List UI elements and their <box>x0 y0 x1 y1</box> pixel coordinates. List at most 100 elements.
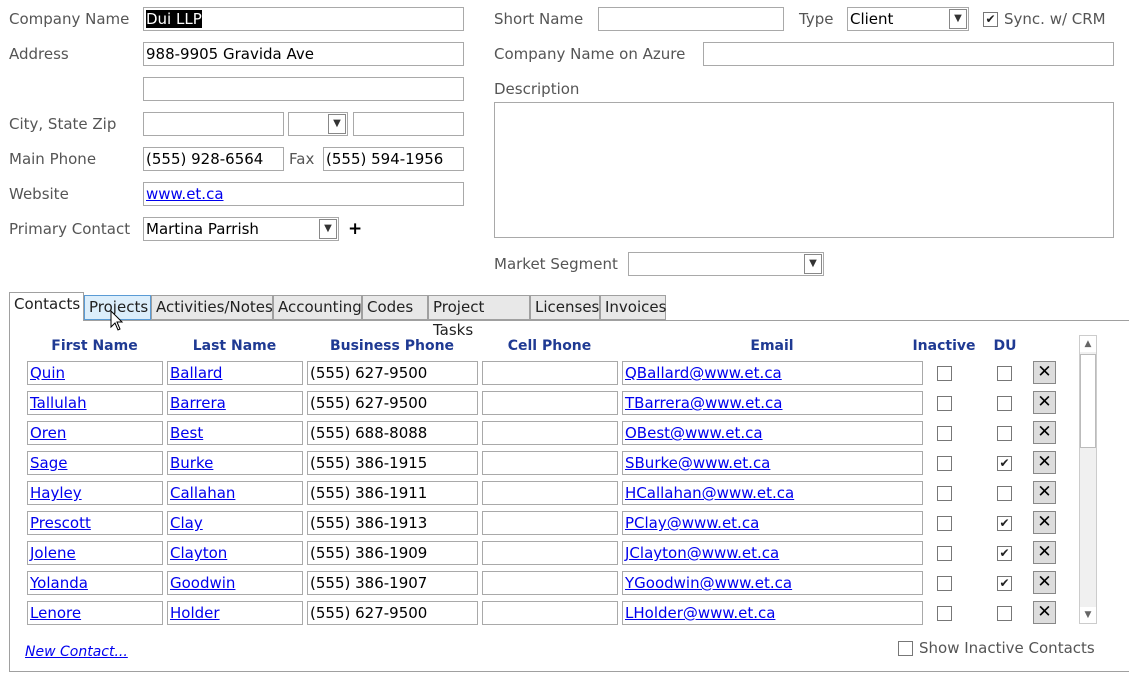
last-name-cell[interactable]: Clay <box>167 511 303 535</box>
tab-invoices[interactable]: Invoices <box>600 295 666 320</box>
business-phone-cell[interactable]: (555) 627-9500 <box>307 361 478 385</box>
fax-input[interactable]: (555) 594-1956 <box>323 147 464 171</box>
du-checkbox[interactable] <box>997 426 1012 441</box>
last-name-cell[interactable]: Burke <box>167 451 303 475</box>
inactive-checkbox[interactable] <box>937 516 952 531</box>
first-name-cell[interactable]: Yolanda <box>27 571 163 595</box>
cell-phone-cell[interactable] <box>482 391 618 415</box>
du-checkbox[interactable]: ✔ <box>997 546 1012 561</box>
last-name-cell[interactable]: Ballard <box>167 361 303 385</box>
first-name-link[interactable]: Tallulah <box>30 394 87 412</box>
cell-phone-cell[interactable] <box>482 571 618 595</box>
du-checkbox[interactable] <box>997 486 1012 501</box>
email-link[interactable]: JClayton@www.et.ca <box>625 544 779 562</box>
business-phone-cell[interactable]: (555) 386-1913 <box>307 511 478 535</box>
market-segment-select[interactable]: ▼ <box>628 252 824 276</box>
chevron-down-icon[interactable]: ▼ <box>328 114 346 134</box>
email-cell[interactable]: TBarrera@www.et.ca <box>622 391 923 415</box>
delete-contact-button[interactable]: ✕ <box>1033 481 1056 504</box>
first-name-cell[interactable]: Oren <box>27 421 163 445</box>
tab-contacts[interactable]: Contacts <box>9 292 84 321</box>
first-name-link[interactable]: Sage <box>30 454 67 472</box>
cell-phone-cell[interactable] <box>482 451 618 475</box>
scroll-down-icon[interactable]: ▼ <box>1080 607 1096 623</box>
last-name-cell[interactable]: Best <box>167 421 303 445</box>
first-name-cell[interactable]: Hayley <box>27 481 163 505</box>
du-checkbox[interactable] <box>997 396 1012 411</box>
email-link[interactable]: SBurke@www.et.ca <box>625 454 770 472</box>
company-name-input[interactable]: Dui LLP <box>143 7 464 31</box>
tab-accounting[interactable]: Accounting <box>273 295 362 320</box>
email-cell[interactable]: JClayton@www.et.ca <box>622 541 923 565</box>
first-name-cell[interactable]: Quin <box>27 361 163 385</box>
state-select[interactable]: ▼ <box>288 112 348 136</box>
first-name-link[interactable]: Quin <box>30 364 65 382</box>
last-name-link[interactable]: Ballard <box>170 364 222 382</box>
inactive-checkbox[interactable] <box>937 366 952 381</box>
cell-phone-cell[interactable] <box>482 601 618 625</box>
short-name-input[interactable] <box>598 7 784 31</box>
first-name-link[interactable]: Prescott <box>30 514 91 532</box>
last-name-link[interactable]: Goodwin <box>170 574 235 592</box>
inactive-checkbox[interactable] <box>937 576 952 591</box>
last-name-cell[interactable]: Clayton <box>167 541 303 565</box>
sync-crm-checkbox[interactable]: ✔ <box>983 12 998 27</box>
chevron-down-icon[interactable]: ▼ <box>949 9 967 29</box>
azure-name-input[interactable] <box>703 42 1114 66</box>
last-name-cell[interactable]: Holder <box>167 601 303 625</box>
first-name-link[interactable]: Lenore <box>30 604 81 622</box>
inactive-checkbox[interactable] <box>937 606 952 621</box>
email-link[interactable]: LHolder@www.et.ca <box>625 604 775 622</box>
business-phone-cell[interactable]: (555) 386-1911 <box>307 481 478 505</box>
business-phone-cell[interactable]: (555) 386-1915 <box>307 451 478 475</box>
email-cell[interactable]: HCallahan@www.et.ca <box>622 481 923 505</box>
email-link[interactable]: PClay@www.et.ca <box>625 514 759 532</box>
last-name-cell[interactable]: Callahan <box>167 481 303 505</box>
email-cell[interactable]: OBest@www.et.ca <box>622 421 923 445</box>
type-select[interactable]: Client ▼ <box>847 7 969 31</box>
first-name-cell[interactable]: Jolene <box>27 541 163 565</box>
delete-contact-button[interactable]: ✕ <box>1033 571 1056 594</box>
new-contact-link[interactable]: New Contact... <box>25 644 128 660</box>
email-cell[interactable]: SBurke@www.et.ca <box>622 451 923 475</box>
add-contact-icon[interactable]: + <box>348 219 362 239</box>
first-name-link[interactable]: Jolene <box>30 544 76 562</box>
chevron-down-icon[interactable]: ▼ <box>319 219 337 239</box>
first-name-cell[interactable]: Lenore <box>27 601 163 625</box>
du-checkbox[interactable]: ✔ <box>997 576 1012 591</box>
cell-phone-cell[interactable] <box>482 481 618 505</box>
inactive-checkbox[interactable] <box>937 546 952 561</box>
address-line2-input[interactable] <box>143 77 464 101</box>
email-link[interactable]: YGoodwin@www.et.ca <box>625 574 792 592</box>
du-checkbox[interactable]: ✔ <box>997 516 1012 531</box>
main-phone-input[interactable]: (555) 928-6564 <box>143 147 284 171</box>
du-checkbox[interactable]: ✔ <box>997 456 1012 471</box>
address-line1-input[interactable]: 988-9905 Gravida Ave <box>143 42 464 66</box>
inactive-checkbox[interactable] <box>937 486 952 501</box>
last-name-link[interactable]: Barrera <box>170 394 226 412</box>
first-name-cell[interactable]: Sage <box>27 451 163 475</box>
first-name-cell[interactable]: Tallulah <box>27 391 163 415</box>
tab-codes[interactable]: Codes <box>362 295 428 320</box>
first-name-link[interactable]: Yolanda <box>30 574 88 592</box>
inactive-checkbox[interactable] <box>937 426 952 441</box>
delete-contact-button[interactable]: ✕ <box>1033 421 1056 444</box>
email-link[interactable]: OBest@www.et.ca <box>625 424 763 442</box>
cell-phone-cell[interactable] <box>482 421 618 445</box>
zip-input[interactable] <box>353 112 464 136</box>
delete-contact-button[interactable]: ✕ <box>1033 541 1056 564</box>
first-name-cell[interactable]: Prescott <box>27 511 163 535</box>
business-phone-cell[interactable]: (555) 688-8088 <box>307 421 478 445</box>
delete-contact-button[interactable]: ✕ <box>1033 451 1056 474</box>
last-name-link[interactable]: Callahan <box>170 484 235 502</box>
email-cell[interactable]: QBallard@www.et.ca <box>622 361 923 385</box>
first-name-link[interactable]: Hayley <box>30 484 82 502</box>
last-name-link[interactable]: Best <box>170 424 203 442</box>
last-name-link[interactable]: Holder <box>170 604 220 622</box>
cell-phone-cell[interactable] <box>482 511 618 535</box>
website-link[interactable]: www.et.ca <box>146 185 224 203</box>
delete-contact-button[interactable]: ✕ <box>1033 511 1056 534</box>
cell-phone-cell[interactable] <box>482 361 618 385</box>
business-phone-cell[interactable]: (555) 386-1907 <box>307 571 478 595</box>
last-name-link[interactable]: Clayton <box>170 544 227 562</box>
